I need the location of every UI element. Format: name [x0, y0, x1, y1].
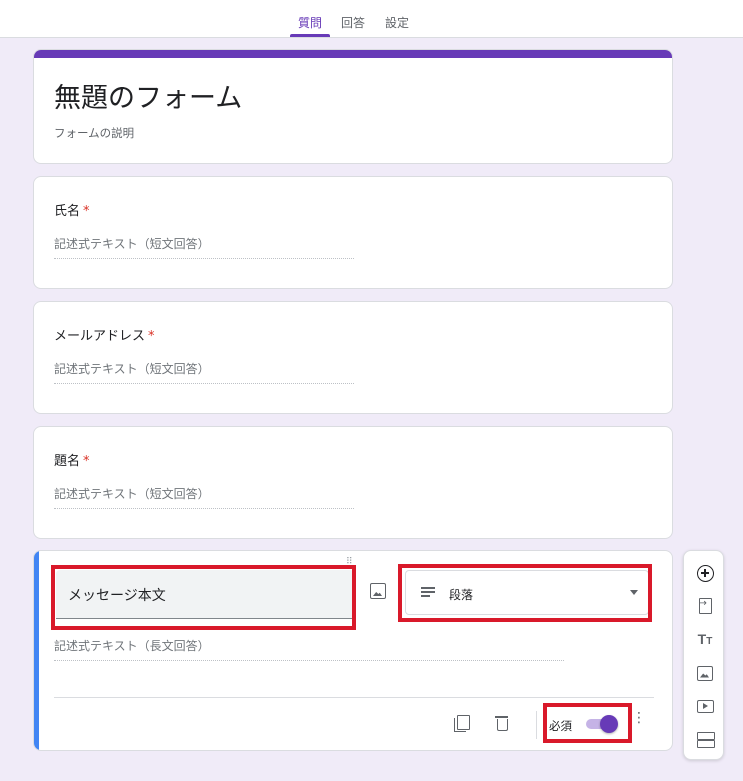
tab-settings[interactable]: 設定	[385, 14, 409, 31]
add-question-icon	[696, 564, 714, 582]
active-tab-indicator	[290, 34, 330, 37]
tab-questions[interactable]: 質問	[298, 14, 322, 31]
question-title: 題名 *	[54, 454, 90, 469]
import-questions-button[interactable]	[695, 596, 715, 616]
question-title: メールアドレス *	[54, 329, 155, 344]
drag-handle-icon[interactable]: ⠿	[346, 557, 354, 567]
form-title-card[interactable]: 無題のフォーム フォームの説明	[33, 49, 673, 164]
floating-toolbar: TT	[683, 550, 724, 760]
required-asterisk: *	[148, 329, 155, 344]
add-title-icon: TT	[697, 631, 713, 647]
form-title[interactable]: 無題のフォーム	[54, 76, 242, 115]
more-options-icon[interactable]: ⋮	[632, 711, 646, 725]
tab-responses[interactable]: 回答	[341, 14, 365, 31]
question-type-select[interactable]: 段落	[405, 570, 649, 615]
add-image-button[interactable]	[695, 663, 715, 683]
form-description[interactable]: フォームの説明	[54, 125, 134, 141]
add-section-button[interactable]	[695, 729, 715, 749]
duplicate-icon[interactable]	[454, 715, 470, 732]
question-card-message[interactable]: ⠿ メッセージ本文 段落 記述式テキスト（長文回答） 必須 ⋮	[33, 550, 673, 751]
add-question-button[interactable]	[695, 563, 715, 583]
add-section-icon	[697, 731, 715, 748]
question-card-email[interactable]: メールアドレス * 記述式テキスト（短文回答）	[33, 301, 673, 414]
required-label: 必須	[549, 719, 572, 733]
question-card-subject[interactable]: 題名 * 記述式テキスト（短文回答）	[33, 426, 673, 539]
add-video-button[interactable]	[695, 696, 715, 716]
short-answer-placeholder: 記述式テキスト（短文回答）	[54, 485, 354, 509]
add-image-icon[interactable]	[370, 583, 386, 599]
long-answer-placeholder: 記述式テキスト（長文回答）	[54, 637, 564, 661]
dropdown-arrow-icon	[630, 590, 638, 595]
active-question-indicator	[34, 551, 39, 750]
add-image-icon	[697, 665, 713, 681]
required-asterisk: *	[83, 454, 90, 469]
required-toggle[interactable]	[586, 715, 618, 733]
question-title-input[interactable]: メッセージ本文	[56, 570, 354, 619]
delete-icon[interactable]	[495, 715, 508, 731]
import-questions-icon	[698, 598, 712, 614]
short-answer-placeholder: 記述式テキスト（短文回答）	[54, 360, 354, 384]
short-answer-placeholder: 記述式テキスト（短文回答）	[54, 235, 354, 259]
question-title: 氏名 *	[54, 204, 90, 219]
question-card-name[interactable]: 氏名 * 記述式テキスト（短文回答）	[33, 176, 673, 289]
form-accent-bar	[34, 50, 672, 58]
card-footer-divider	[54, 697, 654, 698]
top-tab-bar: 質問 回答 設定	[0, 0, 743, 38]
paragraph-icon	[421, 587, 435, 599]
required-asterisk: *	[83, 204, 90, 219]
add-video-icon	[696, 699, 714, 713]
question-type-label: 段落	[449, 588, 474, 602]
footer-separator	[536, 711, 537, 739]
add-title-button[interactable]: TT	[695, 629, 715, 649]
